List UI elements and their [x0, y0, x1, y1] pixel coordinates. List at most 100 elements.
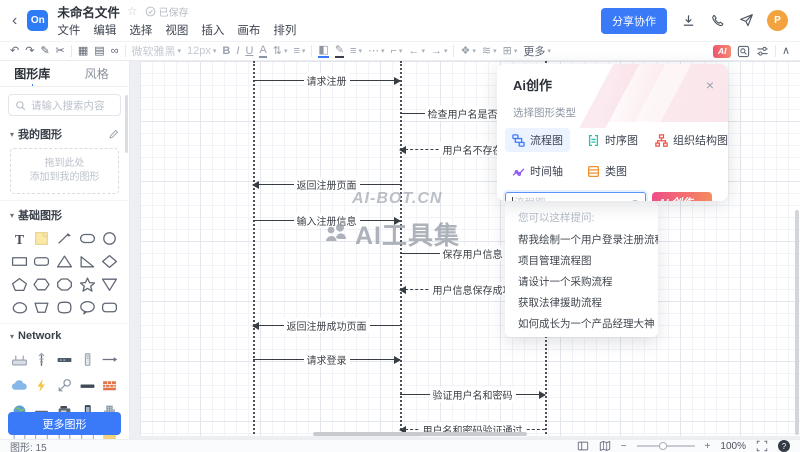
zoom-level[interactable]: 100%: [720, 441, 746, 452]
table-icon[interactable]: ⊞▾: [503, 46, 518, 57]
minimap-icon[interactable]: [599, 440, 611, 452]
section-basic-shapes[interactable]: ▾ 基础图形: [0, 201, 129, 226]
hub-icon[interactable]: [76, 374, 99, 396]
edit-pencil-icon[interactable]: [108, 129, 119, 140]
roundrect-shape[interactable]: [31, 252, 54, 271]
sequence-message[interactable]: 请求登录: [253, 359, 400, 360]
menu-item-画布[interactable]: 画布: [237, 22, 260, 38]
symbol-library-icon[interactable]: ❖▾: [460, 46, 475, 57]
sliders-icon[interactable]: [756, 45, 769, 58]
sequence-message[interactable]: 验证用户名和密码: [400, 394, 545, 395]
satellite-icon[interactable]: [53, 374, 76, 396]
squircle-shape[interactable]: [53, 298, 76, 317]
back-icon[interactable]: ‹: [12, 13, 17, 29]
format-painter-icon[interactable]: ✎: [40, 46, 49, 57]
switch-icon[interactable]: [53, 348, 76, 370]
sequence-message[interactable]: 返回注册页面: [253, 184, 400, 185]
zoom-slider-knob[interactable]: [659, 442, 667, 450]
inv-triangle-shape[interactable]: [98, 275, 121, 294]
suggestion-item[interactable]: 帮我绘制一个用户登录注册流程: [505, 229, 658, 250]
diamond-shape[interactable]: [98, 252, 121, 271]
message-label[interactable]: 请求注册: [304, 73, 350, 88]
message-label[interactable]: 用户信息保存成功: [430, 282, 516, 297]
find-replace-icon[interactable]: [737, 45, 750, 58]
page-layout-icon[interactable]: [577, 440, 589, 452]
roundrect2-shape[interactable]: [98, 298, 121, 317]
type-chip-org[interactable]: 组织结构图: [648, 128, 728, 152]
font-family-select[interactable]: 微软雅黑▾: [132, 43, 182, 59]
menu-item-排列[interactable]: 排列: [273, 22, 296, 38]
italic-icon[interactable]: I: [236, 46, 239, 57]
pentagon-shape[interactable]: [8, 275, 31, 294]
rect-shape[interactable]: [8, 252, 31, 271]
suggestion-item[interactable]: 如何成长为一个产品经理大神: [505, 313, 658, 334]
octagon-shape[interactable]: [53, 275, 76, 294]
collapse-toolbar-icon[interactable]: ∧: [782, 46, 790, 57]
text-align-icon[interactable]: ≡▾: [293, 46, 305, 57]
connector-type-icon[interactable]: ⌐▾: [390, 46, 402, 57]
more-shapes-button[interactable]: 更多图形: [8, 412, 121, 435]
server-icon[interactable]: [76, 348, 99, 370]
suggestion-item[interactable]: 请设计一个采购流程: [505, 271, 658, 292]
hexagon-shape[interactable]: [31, 275, 54, 294]
lifeline-1[interactable]: [253, 61, 255, 434]
stadium-shape[interactable]: [76, 229, 99, 248]
share-collab-button[interactable]: 分享协作: [601, 8, 667, 34]
cable-icon[interactable]: [98, 348, 121, 370]
message-label[interactable]: 请求登录: [304, 352, 350, 367]
bolt-icon[interactable]: [31, 374, 54, 396]
type-chip-flow[interactable]: 流程图: [505, 128, 570, 152]
message-label[interactable]: 返回注册成功页面: [284, 318, 370, 333]
help-button[interactable]: ?: [778, 440, 790, 452]
antenna-icon[interactable]: [31, 348, 54, 370]
phone-icon[interactable]: [709, 13, 725, 28]
bold-icon[interactable]: B: [222, 46, 230, 57]
doc-title[interactable]: 未命名文件: [57, 2, 120, 21]
undo-icon[interactable]: ↶: [10, 46, 19, 57]
download-icon[interactable]: [680, 13, 696, 28]
arrow-end-icon[interactable]: →▾: [431, 46, 448, 57]
insert-link-icon[interactable]: ∞: [111, 46, 119, 57]
fill-color-icon[interactable]: ◧: [318, 45, 328, 58]
font-size-select[interactable]: 12px▾: [187, 45, 216, 57]
ai-create-button[interactable]: AI 创作 →: [652, 192, 712, 201]
menu-item-编辑[interactable]: 编辑: [93, 22, 116, 38]
section-network[interactable]: ▾ Network: [0, 324, 129, 345]
align-objects-icon[interactable]: ≋▾: [482, 46, 497, 57]
message-label[interactable]: 输入注册信息: [294, 213, 360, 228]
sequence-message[interactable]: 用户名和密码验证通过: [400, 429, 545, 430]
sequence-message[interactable]: 返回注册成功页面: [253, 325, 400, 326]
zoom-slider[interactable]: [637, 445, 695, 447]
ai-button[interactable]: AI: [713, 45, 731, 58]
text-shape[interactable]: T: [8, 229, 31, 248]
chevron-down-icon[interactable]: ▼: [631, 198, 639, 201]
circle-shape[interactable]: [98, 229, 121, 248]
redo-icon[interactable]: ↷: [25, 46, 34, 57]
line-width-icon[interactable]: ≡▾: [350, 46, 362, 57]
ai-prompt-input[interactable]: 流程图 ▼: [505, 192, 646, 201]
my-shapes-dropzone[interactable]: 拖到此处 添加到我的图形: [10, 148, 119, 194]
insert-image-icon[interactable]: ▤: [94, 46, 104, 57]
menu-item-选择[interactable]: 选择: [129, 22, 152, 38]
callout-shape[interactable]: [76, 298, 99, 317]
app-logo[interactable]: On: [27, 10, 48, 31]
line-height-icon[interactable]: ⇅▾: [273, 46, 288, 57]
tab-style[interactable]: 风格: [65, 61, 130, 86]
suggestion-item[interactable]: 项目管理流程图: [505, 250, 658, 271]
suggestion-item[interactable]: 北京教师资格考试报名流程图: [505, 334, 658, 337]
sequence-message[interactable]: 请求注册: [253, 80, 400, 81]
menu-item-插入[interactable]: 插入: [201, 22, 224, 38]
section-my-shapes[interactable]: ▾ 我的图形: [0, 120, 129, 145]
firewall-icon[interactable]: [98, 374, 121, 396]
send-icon[interactable]: [738, 13, 754, 28]
sequence-message[interactable]: 输入注册信息: [253, 220, 400, 221]
more-button[interactable]: 更多▾: [523, 43, 551, 59]
font-color-icon[interactable]: A: [259, 45, 266, 58]
type-chip-class[interactable]: 类图: [580, 159, 634, 183]
right-triangle-shape[interactable]: [76, 252, 99, 271]
tab-shape-library[interactable]: 图形库: [0, 61, 65, 86]
vertical-scrollbar[interactable]: [795, 210, 799, 435]
sidebar-scrollbar[interactable]: [125, 95, 128, 153]
underline-icon[interactable]: U: [245, 46, 253, 57]
close-icon[interactable]: ×: [706, 78, 714, 92]
